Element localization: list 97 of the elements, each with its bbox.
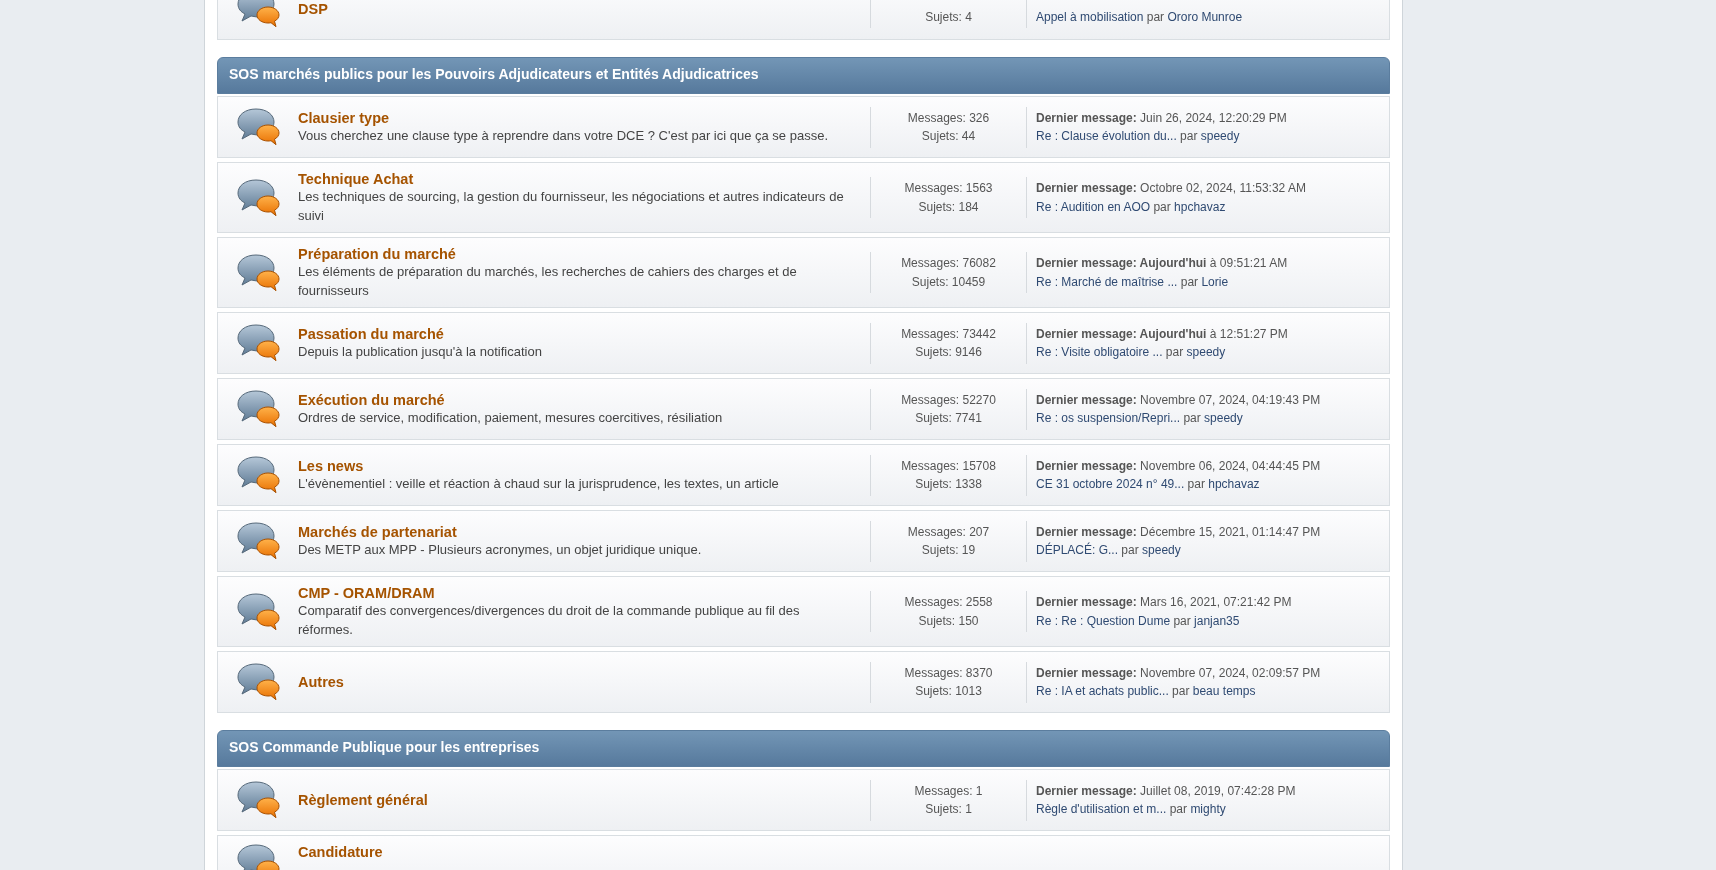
topic-count: Sujets: 44 [920, 128, 977, 145]
message-count: Messages: 76082 [900, 255, 997, 272]
chat-bubbles-icon [236, 455, 280, 495]
chat-bubbles-icon [236, 521, 280, 561]
board-title-link[interactable]: CMP - ORAM/DRAM [298, 585, 435, 601]
chat-bubbles-icon [236, 591, 280, 632]
last-post-date: Dernier message: Décembre 15, 2021, 01:14:47 PM [1036, 523, 1322, 541]
last-post-line: Re : Clause évolution du... par speedy [1036, 128, 1241, 145]
author-link[interactable]: speedy [1200, 129, 1240, 143]
chat-bubbles-icon [236, 107, 280, 147]
author-link[interactable]: hpchavaz [1174, 199, 1226, 214]
message-count: Messages: 73442 [900, 325, 997, 343]
chat-bubbles-icon [236, 177, 280, 218]
last-post-line: Appel à mobilisation par Ororo Munroe [1036, 8, 1244, 26]
author-link[interactable]: Ororo Munroe [1167, 9, 1243, 24]
topic-count: Sujets: 150 [917, 612, 980, 630]
last-post-date: Dernier message: Octobre 02, 2024, 11:53:32 AM [1036, 180, 1307, 197]
author-link[interactable]: hpchavaz [1208, 477, 1260, 491]
chat-bubbles-icon [236, 389, 280, 429]
topic-link[interactable]: DÉPLACÉ: G... [1036, 543, 1119, 557]
last-post-line: Re : Visite obligatoire ... par speedy [1036, 344, 1227, 361]
last-post-date: Dernier message: Novembre 07, 2024, 02:09:57 PM [1036, 664, 1322, 682]
topic-link[interactable]: Re : Marché de maîtrise ... [1036, 274, 1178, 289]
message-count: Messages: 326 [906, 109, 991, 127]
last-post-date: Dernier message: Novembre 06, 2024, 04:44:45 PM [1036, 457, 1322, 475]
last-post-line: Re : Audition en AOO par hpchavaz [1036, 198, 1227, 216]
board-title-link[interactable]: Clausier type [298, 109, 390, 126]
topic-count: Sujets: 4 [924, 8, 973, 26]
board-title-link[interactable]: Passation du marché [298, 325, 444, 342]
last-post-line: Règle d'utilisation et m... par mighty [1036, 801, 1227, 818]
last-post-line: Re : Marché de maîtrise ... par Lorie [1036, 273, 1230, 291]
author-link[interactable]: beau temps [1192, 684, 1256, 698]
author-link[interactable]: speedy [1204, 411, 1243, 425]
topic-link[interactable]: Re : Visite obligatoire ... [1036, 345, 1163, 359]
last-post-line: CE 31 octobre 2024 n° 49... par hpchavaz [1036, 476, 1261, 493]
topic-link[interactable]: Re : Re : Question Dume [1036, 613, 1171, 628]
message-count: Messages: 1563 [903, 180, 994, 197]
author-link[interactable]: mighty [1190, 802, 1226, 816]
board-title-link[interactable]: Exécution du marché [298, 391, 445, 408]
message-count: Messages: 2558 [903, 594, 994, 611]
last-post-date: Dernier message: Juillet 08, 2019, 07:42:28 PM [1036, 782, 1297, 800]
author-link[interactable]: Lorie [1201, 274, 1229, 289]
message-count: Messages: 8370 [903, 664, 994, 682]
author-link[interactable]: janjan35 [1194, 613, 1240, 628]
last-post-line: Re : Re : Question Dume par janjan35 [1036, 612, 1241, 630]
board-title-link[interactable]: DSP [298, 1, 328, 17]
topic-link[interactable]: Appel à mobilisation [1036, 9, 1144, 24]
topic-link[interactable]: Re : Clause évolution du... [1036, 129, 1177, 143]
chat-bubbles-icon [236, 323, 280, 363]
topic-link[interactable]: Re : os suspension/Repri... [1036, 411, 1181, 425]
topic-count: Sujets: 19 [920, 542, 977, 559]
topic-count: Sujets: 1338 [914, 476, 983, 493]
last-post-date: Dernier message: Novembre 07, 2024, 04:19:43 PM [1036, 391, 1322, 409]
author-link[interactable]: speedy [1142, 543, 1181, 557]
topic-count: Sujets: 7741 [914, 410, 983, 427]
message-count: Messages: 52270 [900, 391, 997, 409]
topic-count: Sujets: 10459 [910, 273, 987, 291]
message-count: Messages: 207 [906, 523, 991, 541]
last-post-date: Dernier message: Mars 16, 2021, 07:21:42 PM [1036, 594, 1293, 611]
last-post-line: Re : IA et achats public... par beau temps [1036, 683, 1257, 700]
topic-link[interactable]: Règle d'utilisation et m... [1036, 802, 1167, 816]
board-title-link[interactable]: Préparation du marché [298, 246, 456, 262]
board-title-link[interactable]: Les news [298, 457, 364, 474]
author-link[interactable]: speedy [1186, 345, 1226, 359]
topic-link[interactable]: Re : Audition en AOO [1036, 199, 1151, 214]
last-post-line: Re : os suspension/Repri... par speedy [1036, 410, 1244, 427]
topic-count: Sujets: 1 [924, 801, 973, 818]
board-title-link[interactable]: Autres [298, 674, 344, 690]
topic-count: Sujets: 184 [917, 198, 980, 216]
board-description: L'évènementiel : veille et réaction à chaud sur la jurisprudence, les textes, un article [298, 474, 780, 493]
topic-count: Sujets: 9146 [914, 344, 983, 361]
last-post-date: Dernier message: Aujourd'hui à 09:51:21 AM [1036, 255, 1289, 272]
last-post-line: DÉPLACÉ: G... par speedy [1036, 541, 1182, 559]
board-description: Des METP aux MPP - Plusieurs acronymes, un objet juridique unique. [298, 540, 703, 559]
topic-link[interactable]: CE 31 octobre 2024 n° 49... [1036, 477, 1185, 491]
board-title-link[interactable]: Technique Achat [298, 171, 414, 187]
board-description: Depuis la publication jusqu'à la notification [298, 342, 543, 361]
category-header: SOS marchés publics pour les Pouvoirs Adjudicateurs et Entités Adjudicatrices [217, 57, 1390, 94]
chat-bubbles-icon [236, 662, 280, 702]
board-description: Ordres de service, modification, paiement, mesures coercitives, résiliation [298, 408, 724, 427]
board-description: Les techniques de sourcing, la gestion du fournisseur, les négociations et autres indicateurs de suivi [298, 188, 845, 225]
board-title-link[interactable]: Règlement général [298, 792, 428, 808]
chat-bubbles-icon [236, 252, 280, 293]
board-description: Vous cherchez une clause type à reprendre dans votre DCE ? C'est par ici que ça se passe. [298, 126, 829, 145]
chat-bubbles-icon [236, 0, 280, 29]
board-description: Les éléments de préparation du marchés, les recherches de cahiers des charges et de fournisseurs [298, 263, 798, 300]
message-count: Messages: 15708 [900, 457, 997, 475]
chat-bubbles-icon [236, 780, 280, 820]
last-post-date: Dernier message: Aujourd'hui à 12:51:27 PM [1036, 325, 1289, 343]
board-title-link[interactable]: Candidature [298, 844, 383, 860]
topic-link[interactable]: Re : IA et achats public... [1036, 684, 1169, 698]
board-title-link[interactable]: Marchés de partenariat [298, 523, 457, 540]
board-description: Comparatif des convergences/divergences du droit de la commande publique au fil des réformes. [298, 602, 801, 639]
category-header: SOS Commande Publique pour les entreprises [217, 730, 1390, 767]
topic-count: Sujets: 1013 [914, 683, 983, 700]
last-post-date: Dernier message: Juin 26, 2024, 12:20:29 PM [1036, 109, 1288, 127]
message-count: Messages: 1 [913, 782, 984, 800]
